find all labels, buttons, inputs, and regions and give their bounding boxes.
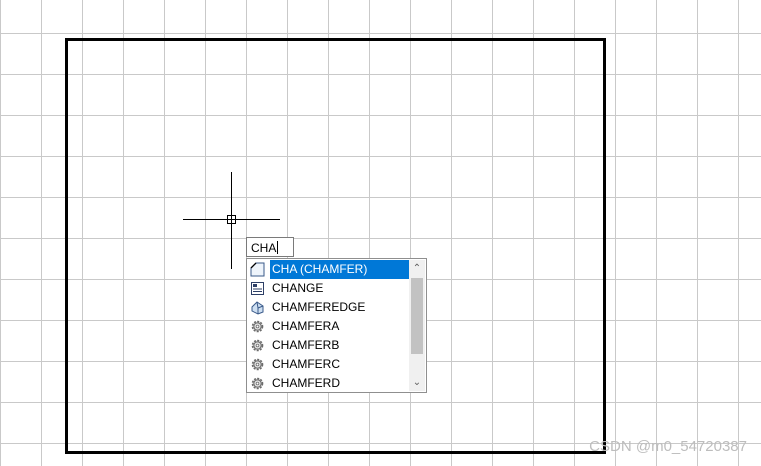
system-variable-gear-icon [250,357,265,372]
drawing-canvas[interactable]: CHA CHA (CHAMFER) CHANGE CHAMFEREDGE CHA… [0,0,761,466]
scroll-down-arrow-icon[interactable]: ⌄ [409,374,425,391]
scroll-up-arrow-icon[interactable]: ⌃ [409,260,425,277]
autocomplete-item-label: CHAMFERB [272,338,340,352]
autocomplete-item-chamferc[interactable]: CHAMFERC [248,355,409,374]
system-variable-gear-icon [250,338,265,353]
autocomplete-scrollbar[interactable]: ⌃ ⌄ [409,260,425,391]
autocomplete-item-chamferb[interactable]: CHAMFERB [248,336,409,355]
autocomplete-item-label: CHAMFEREDGE [272,300,366,314]
autocomplete-item-change[interactable]: CHANGE [248,279,409,298]
crosshair-pickbox [227,215,236,224]
autocomplete-item-label: CHAMFERD [272,376,340,390]
scrollbar-thumb[interactable] [411,278,423,354]
system-variable-gear-icon [250,319,265,334]
autocomplete-item-label: CHA (CHAMFER) [270,260,411,279]
autocomplete-item-chamferd[interactable]: CHAMFERD [248,374,409,393]
autocomplete-item-label: CHAMFERA [272,319,340,333]
chamfer-edge-icon [250,300,265,315]
autocomplete-item-chamfer[interactable]: CHA (CHAMFER) [248,260,411,279]
watermark-text: CSDN @m0_54720387 [589,438,747,455]
change-properties-icon [250,281,265,296]
autocomplete-item-chamfera[interactable]: CHAMFERA [248,317,409,336]
command-input-text: CHA [251,241,277,255]
autocomplete-item-label: CHAMFERC [272,357,340,371]
command-autocomplete-list[interactable]: CHA (CHAMFER) CHANGE CHAMFEREDGE CHAMFER… [246,258,427,393]
autocomplete-item-label: CHANGE [272,281,324,295]
system-variable-gear-icon [250,376,265,391]
text-caret [277,241,279,254]
autocomplete-item-chamferedge[interactable]: CHAMFEREDGE [248,298,409,317]
chamfer-icon [250,262,265,277]
dynamic-command-input[interactable]: CHA [246,237,294,257]
